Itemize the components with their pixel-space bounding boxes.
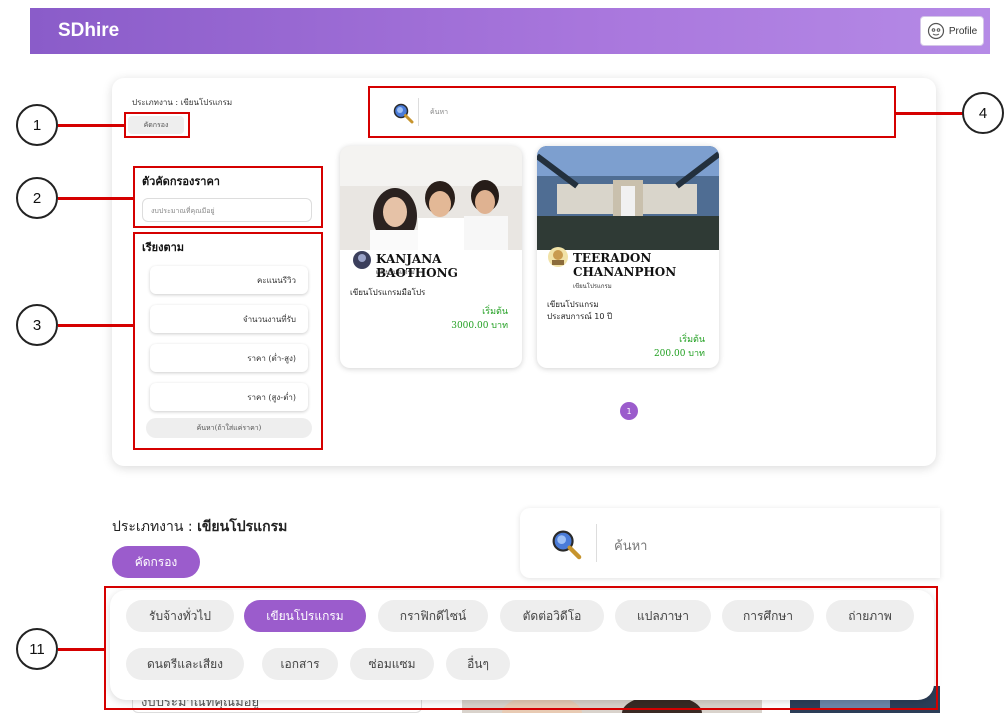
job-type-label: ประเภทงาน : (112, 519, 198, 535)
avatar-icon (548, 247, 568, 267)
callout-line-1 (58, 124, 124, 127)
callout-marker-1: 1 (16, 104, 58, 146)
callout-line-2 (58, 197, 133, 200)
brand-logo[interactable]: SDhire (58, 20, 119, 42)
freelancer-category: เขียนโปรแกรม (376, 269, 415, 276)
callout-marker-4: 4 (962, 92, 1004, 134)
profile-button[interactable]: Profile (920, 16, 984, 46)
callout-marker-2: 2 (16, 177, 58, 219)
job-type-text: ประเภทงาน : เขียนโปรแกรม (132, 98, 233, 107)
freelancer-name-line1: TEERADON (573, 251, 652, 265)
callout-line-3 (58, 324, 133, 327)
price-start-label: เริ่มต้น (482, 307, 508, 317)
bottom-search-placeholder[interactable]: ค้นหา (614, 535, 647, 556)
bottom-search-bar[interactable]: ค้นหา (520, 508, 940, 578)
price-start-label: เริ่มต้น (679, 335, 705, 345)
freelancer-description: เขียนโปรแกรมมือโปร (350, 288, 426, 297)
callout-marker-11: 11 (16, 628, 58, 670)
avatar-icon (353, 251, 371, 269)
highlight-box-4 (368, 86, 896, 138)
callout-marker-3: 3 (16, 304, 58, 346)
search-icon (552, 530, 582, 560)
highlight-box-3 (133, 232, 323, 450)
search-divider (596, 524, 597, 562)
callout-line-11 (58, 648, 104, 651)
freelancer-category: เขียนโปรแกรม (573, 283, 612, 290)
price-value: 3000.00 บาท (451, 321, 508, 331)
freelancer-card-kanjana[interactable]: KANJANA BAOTHONG เขียนโปรแกรม เขียนโปรแก… (340, 146, 522, 368)
profile-label: Profile (948, 25, 978, 37)
highlight-box-1 (124, 112, 190, 138)
callout-line-4 (896, 112, 964, 115)
freelancer-card-teeradon[interactable]: TEERADON CHANANPHON เขียนโปรแกรม เขียนโป… (537, 146, 719, 368)
highlight-box-11 (104, 586, 938, 710)
top-nav-bar: SDhire Profile (30, 8, 990, 54)
highlight-box-2 (133, 166, 323, 228)
price-value: 200.00 บาท (653, 349, 705, 359)
bottom-filter-button[interactable]: คัดกรอง (112, 546, 200, 578)
card-photo-students (340, 146, 522, 250)
freelancer-experience: ประสบการณ์ 10 ปี (547, 312, 613, 321)
bottom-job-type: ประเภทงาน : เขียนโปรแกรม (112, 516, 287, 538)
job-type-value: เขียนโปรแกรม (197, 519, 288, 535)
freelancer-name-line2: CHANANPHON (573, 265, 677, 279)
pagination-page[interactable]: 1 (620, 402, 638, 420)
avatar-icon (927, 22, 944, 40)
card-photo-building (537, 146, 719, 250)
